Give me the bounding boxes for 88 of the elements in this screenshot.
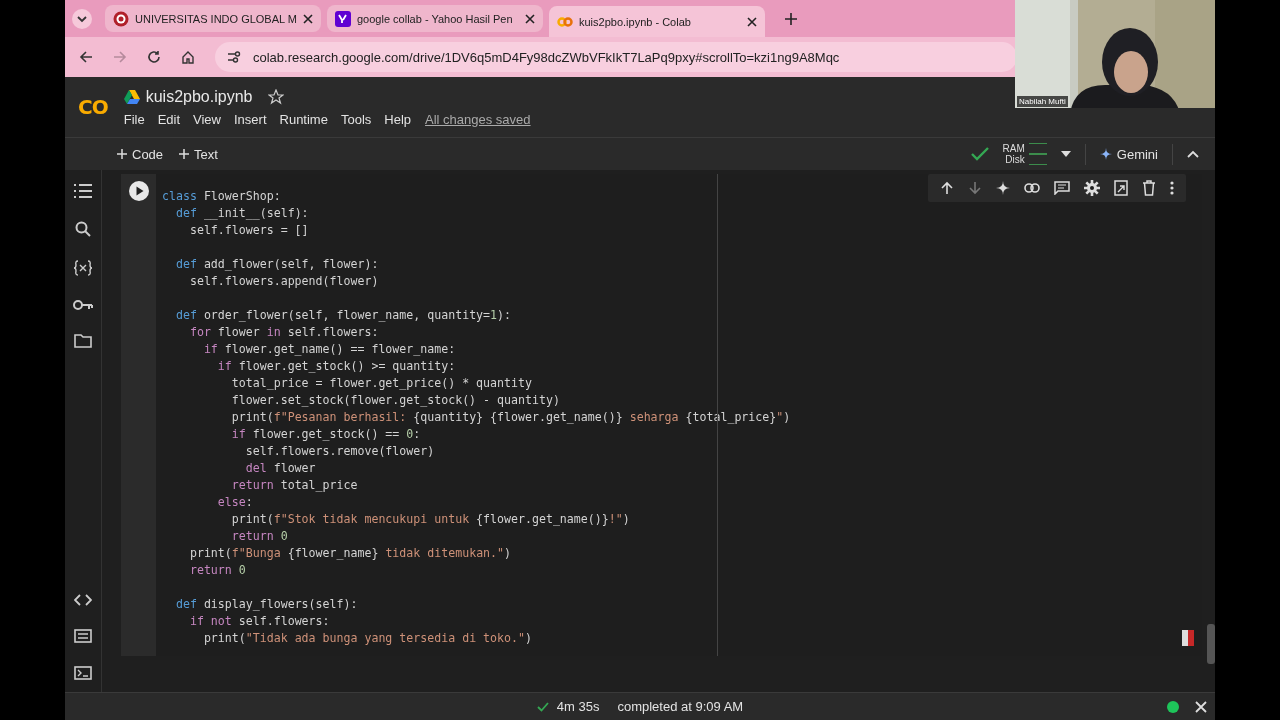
code-line: if flower.get_stock() == 0: — [230, 427, 421, 441]
code-line: total_price = flower.get_price() * quantity — [230, 376, 532, 390]
site-settings-icon — [227, 50, 241, 64]
menu-item[interactable]: Insert — [234, 111, 267, 127]
plus-icon — [117, 149, 127, 159]
check-icon — [536, 701, 549, 712]
add-cell-button[interactable]: Text — [177, 144, 220, 164]
reload-icon[interactable] — [147, 50, 161, 64]
dropdown-icon[interactable] — [1060, 151, 1071, 157]
collapse-icon[interactable] — [1187, 150, 1199, 158]
terminal-icon[interactable] — [74, 666, 92, 680]
browser-tab[interactable]: google collab - Yahoo Hasil Pen — [327, 5, 543, 32]
code-line: if not self.flowers: — [188, 614, 330, 628]
status-dot-icon — [1167, 700, 1179, 713]
plus-icon — [179, 149, 190, 159]
execution-duration: 4m 35s — [556, 699, 600, 714]
menu-item[interactable]: View — [193, 111, 221, 127]
code-line: print(f"Pesanan berhasil: {quantity} {flower.get_name()} seharga {total_price}") — [230, 410, 791, 424]
code-snippets-icon[interactable] — [74, 594, 92, 606]
key-icon[interactable] — [73, 299, 93, 311]
home-icon[interactable] — [181, 50, 195, 64]
code-line: flower.set_stock(flower.get_stock() - quantity) — [230, 393, 560, 407]
code-line: def add_flower(self, flower): — [174, 257, 379, 271]
resources-indicator[interactable]: RAM Disk — [1002, 143, 1047, 165]
code-line: class FlowerShop: — [162, 189, 281, 203]
menu-item[interactable]: Edit — [157, 111, 181, 127]
code-line: self.flowers = [] — [188, 223, 309, 237]
save-status-link[interactable]: All changes saved — [425, 111, 531, 127]
code-line: else: — [216, 495, 253, 509]
code-line: def display_flowers(self): — [174, 597, 358, 611]
address-field[interactable]: colab.research.google.com/drive/1DV6q5mD4Fy98dcZWbVFkIkT7LaPq9pxy#scrollTo=kzi1ng9A8Mqc — [215, 42, 1017, 72]
link-icon[interactable] — [1024, 183, 1040, 193]
close-icon[interactable] — [747, 16, 757, 27]
colab-logo: CO — [78, 95, 108, 119]
command-palette-icon[interactable] — [74, 629, 92, 643]
code-line: print(f"Stok tidak mencukupi untuk {flower.get_name()}!") — [230, 512, 630, 526]
code-line: return total_price — [230, 478, 358, 492]
run-button-icon[interactable] — [128, 181, 149, 201]
contents-icon[interactable] — [74, 184, 92, 198]
tab-title: kuis2pbo.ipynb - Colab — [579, 15, 692, 28]
gemini-button[interactable]: Gemini — [1084, 143, 1173, 165]
scrollbar-thumb[interactable] — [1207, 624, 1215, 664]
menu-item[interactable]: Runtime — [279, 111, 328, 127]
code-line: self.flowers.append(flower) — [188, 274, 379, 288]
folder-icon[interactable] — [74, 334, 92, 348]
code-line: print("Tidak ada bunga yang tersedia di toko.") — [202, 631, 532, 645]
close-icon[interactable] — [525, 13, 535, 24]
tab-title: UNIVERSITAS INDO GLOBAL M — [135, 12, 297, 25]
participant-name: Nabilah Mufti — [1017, 96, 1068, 107]
code-line: def __init__(self): — [174, 206, 309, 220]
tab-title: google collab - Yahoo Hasil Pen — [357, 12, 514, 25]
code-line: if flower.get_name() == flower_name: — [202, 342, 456, 356]
completion-time: completed at 9:09 AM — [617, 699, 744, 714]
move-down-icon[interactable] — [968, 181, 982, 195]
code-line: return 0 — [188, 563, 246, 577]
move-up-icon[interactable] — [940, 181, 954, 195]
code-line: print(f"Bunga {flower_name} tidak ditemukan.") — [188, 546, 512, 560]
notebook-title[interactable]: kuis2pbo.ipynb — [145, 87, 253, 106]
variables-icon[interactable] — [74, 260, 92, 276]
mirror-cell-icon[interactable] — [1114, 180, 1128, 196]
yahoo-icon — [335, 10, 351, 27]
code-line: def order_flower(self, flower_name, quantity=1): — [174, 308, 512, 322]
star-icon[interactable] — [268, 88, 285, 105]
menu-item[interactable]: File — [123, 111, 145, 127]
comment-icon[interactable] — [1054, 181, 1070, 195]
crest-icon — [113, 10, 129, 27]
back-icon[interactable] — [79, 50, 93, 64]
more-icon[interactable] — [1170, 181, 1174, 195]
settings-icon[interactable] — [1084, 180, 1100, 196]
sparkle-icon[interactable] — [996, 181, 1010, 195]
new-tab-icon[interactable] — [785, 12, 797, 25]
code-line: if flower.get_stock() >= quantity: — [216, 359, 456, 373]
code-line: self.flowers.remove(flower) — [244, 444, 435, 458]
code-line: return 0 — [230, 529, 288, 543]
browser-tab[interactable]: UNIVERSITAS INDO GLOBAL M — [105, 5, 321, 32]
drive-icon — [123, 89, 140, 104]
scroll-marker-icon — [1182, 630, 1194, 646]
close-icon[interactable] — [303, 13, 313, 24]
browser-tab[interactable]: kuis2pbo.ipynb - Colab — [549, 6, 765, 37]
code-line: for flower in self.flowers: — [188, 325, 379, 339]
menu-item[interactable]: Help — [384, 111, 412, 127]
tab-list-icon[interactable] — [71, 7, 93, 30]
check-icon — [970, 147, 989, 161]
menu-item[interactable]: Tools — [340, 111, 372, 127]
add-cell-button[interactable]: Code — [115, 144, 166, 164]
delete-icon[interactable] — [1142, 180, 1156, 196]
code-line: del flower — [244, 461, 316, 475]
search-icon[interactable] — [75, 221, 91, 237]
